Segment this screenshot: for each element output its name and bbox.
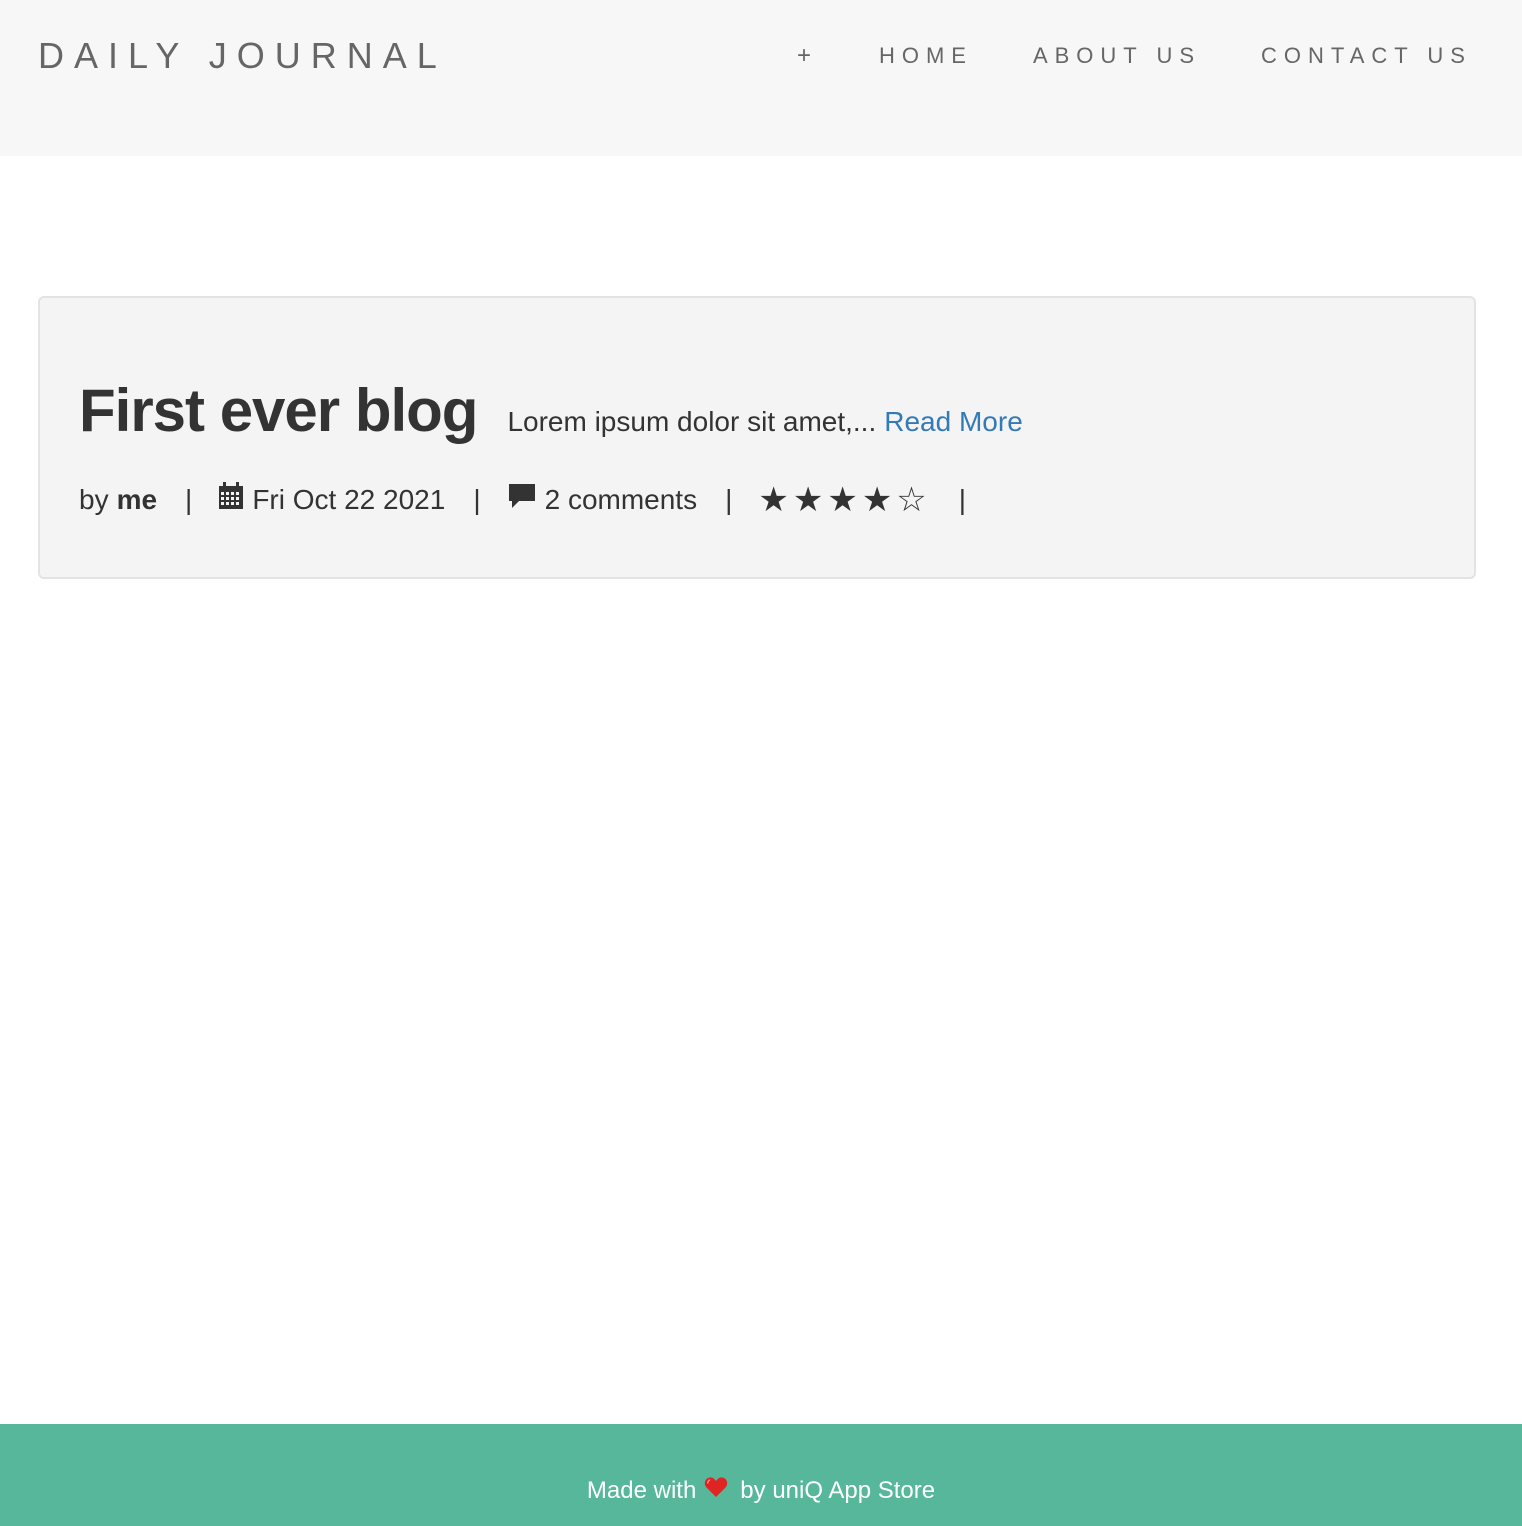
post-excerpt: Lorem ipsum dolor sit amet,... [507, 406, 877, 437]
compose-plus-link[interactable]: + [797, 42, 811, 70]
footer-credit: Made with by uniQ App Store [0, 1476, 1522, 1505]
brand-logo[interactable]: DAILY JOURNAL [38, 36, 447, 76]
footer-made-with: Made with [586, 1476, 697, 1504]
post-title: First ever blog [79, 377, 478, 444]
nav-about-link[interactable]: ABOUT US [1033, 42, 1201, 70]
nav-links: + HOME ABOUT US CONTACT US [797, 42, 1472, 70]
calendar-icon [218, 482, 244, 517]
post-date: Fri Oct 22 2021 [252, 483, 446, 515]
nav-contact-link[interactable]: CONTACT US [1261, 42, 1472, 70]
comments-count[interactable]: 2 comments [545, 484, 698, 516]
by-label: by [79, 483, 109, 515]
star-rating: ★★★★☆ [758, 480, 931, 519]
meta-separator: | [958, 483, 967, 515]
blog-post-card: First ever blog Lorem ipsum dolor sit am… [38, 296, 1476, 579]
footer: Made with by uniQ App Store [0, 1424, 1522, 1526]
post-author: me [116, 483, 158, 515]
heart-icon [704, 1476, 728, 1505]
footer-by-text: by uniQ App Store [740, 1476, 936, 1504]
read-more-link[interactable]: Read More [884, 406, 1023, 438]
comment-icon [507, 482, 537, 517]
meta-separator: | [473, 483, 481, 515]
post-meta: by me | Fri Oct 22 2021 | 2 comments | ★… [79, 482, 992, 517]
meta-separator: | [185, 483, 193, 515]
navbar: DAILY JOURNAL + HOME ABOUT US CONTACT US [0, 0, 1522, 156]
meta-separator: | [725, 483, 733, 515]
nav-home-link[interactable]: HOME [879, 42, 973, 70]
post-title-row: First ever blog Lorem ipsum dolor sit am… [79, 376, 1023, 445]
